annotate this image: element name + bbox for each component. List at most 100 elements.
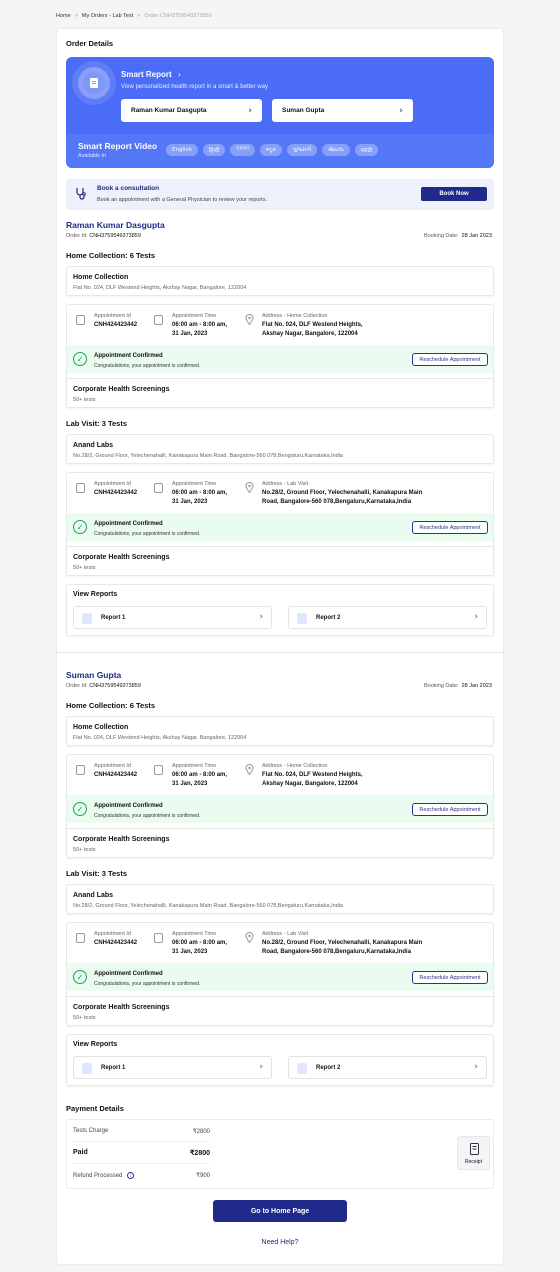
- tests-charge-label: Tests Charge: [73, 1128, 109, 1134]
- appointment-id-field: Appointment Id CNH424423442: [94, 313, 138, 328]
- health-screening-box-title: Corporate Health Screenings: [73, 554, 170, 561]
- appointment-id-icon: [76, 933, 85, 943]
- patient-name: Suman Gupta: [282, 107, 325, 114]
- health-screening-box[interactable]: Corporate Health Screenings 50+ tests: [66, 378, 494, 408]
- location-pin-icon: [245, 314, 254, 325]
- reschedule-appointment-button[interactable]: Reschedule Appointment: [412, 353, 488, 366]
- location-pin-icon: [245, 764, 254, 775]
- home-collection-box-subtitle: Flat No. 024, DLF Westend Heights, Aksha…: [73, 735, 247, 741]
- consult-subtitle: Book an appointment with a General Physi…: [97, 197, 267, 203]
- check-circle-icon: ✓: [73, 970, 87, 984]
- confirmed-subtitle: Congratulations, your appointment is con…: [94, 363, 201, 369]
- home-collection-box-title: Home Collection: [73, 274, 129, 281]
- smart-report-icon: [78, 67, 110, 99]
- health-screening-box-subtitle: 50+ tests: [73, 847, 96, 853]
- language-chip[interactable]: বাংলা: [230, 144, 255, 156]
- view-reports-title: View Reports: [73, 1041, 118, 1048]
- health-screening-box[interactable]: Corporate Health Screenings 50+ tests: [66, 828, 494, 858]
- smart-report-subtitle: View personalized health report in a sma…: [121, 84, 268, 90]
- lab-box-subtitle: No.28/2, Ground Floor, Yelechenahalli, K…: [73, 903, 343, 909]
- address-field: Address - Home Collection Flat No. 024, …: [262, 313, 363, 337]
- check-circle-icon: ✓: [73, 352, 87, 366]
- reschedule-appointment-button[interactable]: Reschedule Appointment: [412, 971, 488, 984]
- home-collection-box[interactable]: Home Collection Flat No. 024, DLF Westen…: [66, 716, 494, 746]
- report-2-button[interactable]: Report 2 ›: [288, 1056, 487, 1079]
- health-screening-box[interactable]: Corporate Health Screenings 50+ tests: [66, 546, 494, 576]
- reschedule-appointment-button[interactable]: Reschedule Appointment: [412, 521, 488, 534]
- language-chip[interactable]: मराठी: [354, 144, 379, 156]
- location-pin-icon: [245, 482, 254, 493]
- calendar-icon: [154, 483, 163, 493]
- receipt-button[interactable]: Receipt: [457, 1136, 490, 1170]
- tests-charge-value: ₹2800: [192, 1129, 210, 1135]
- lab-appointment-box: Appointment Id CNH424423442 Appointment …: [66, 472, 494, 552]
- appointment-time-field: Appointment Time 06:00 am - 8:00 am, 31 J…: [172, 481, 228, 505]
- breadcrumb: Home > My Orders - Lab Test > Order CNH3…: [56, 13, 212, 19]
- divider: [73, 1141, 210, 1142]
- check-circle-icon: ✓: [73, 520, 87, 534]
- lab-box[interactable]: Anand Labs No.28/2, Ground Floor, Yelech…: [66, 434, 494, 464]
- consult-title: Book a consultation: [97, 185, 160, 192]
- need-help-link[interactable]: Need Help?: [0, 1239, 560, 1246]
- calendar-icon: [154, 933, 163, 943]
- lab-visit-heading: Lab Visit: 3 Tests: [66, 419, 127, 428]
- booking-date: Booking Date: 28 Jan 2023: [424, 683, 492, 689]
- receipt-icon: [470, 1143, 479, 1155]
- language-chip[interactable]: ಕನ್ನಡ: [259, 144, 282, 156]
- health-screening-box-subtitle: 50+ tests: [73, 565, 96, 571]
- appointment-time-field: Appointment Time 06:00 am - 8:00 am, 31 J…: [172, 931, 228, 955]
- patient-name: Raman Kumar Dasgupta: [131, 107, 207, 114]
- report-1-button[interactable]: Report 1 ›: [73, 606, 272, 629]
- go-home-button[interactable]: Go to Home Page: [213, 1200, 347, 1222]
- appointment-id-icon: [76, 765, 85, 775]
- appointment-id-icon: [76, 483, 85, 493]
- report-icon: [297, 613, 307, 624]
- language-chip[interactable]: ગુજરાતી: [286, 144, 318, 156]
- chevron-right-icon: ›: [399, 105, 403, 116]
- smart-report-title[interactable]: Smart Report ›: [121, 70, 181, 79]
- info-icon[interactable]: i: [127, 1172, 135, 1179]
- appointment-id-field: Appointment Id CNH424423442: [94, 481, 138, 496]
- confirmed-title: Appointment Confirmed: [94, 971, 163, 977]
- language-chip[interactable]: English: [166, 144, 198, 156]
- chevron-right-icon: ›: [248, 105, 252, 116]
- lab-box-subtitle: No.28/2, Ground Floor, Yelechenahalli, K…: [73, 453, 343, 459]
- view-reports-box: View Reports Report 1 › Report 2 ›: [66, 1034, 494, 1086]
- breadcrumb-separator: >: [74, 13, 78, 19]
- health-screening-box[interactable]: Corporate Health Screenings 50+ tests: [66, 996, 494, 1026]
- breadcrumb-orders[interactable]: My Orders - Lab Test: [82, 13, 133, 19]
- breadcrumb-home[interactable]: Home: [56, 13, 71, 19]
- lab-box[interactable]: Anand Labs No.28/2, Ground Floor, Yelech…: [66, 884, 494, 914]
- paid-row: Paid ₹2800: [73, 1149, 210, 1157]
- home-collection-heading: Home Collection: 6 Tests: [66, 701, 156, 710]
- book-now-button[interactable]: Book Now: [421, 187, 487, 201]
- report-icon: [82, 1063, 92, 1074]
- confirmed-title: Appointment Confirmed: [94, 353, 163, 359]
- home-collection-heading: Home Collection: 6 Tests: [66, 251, 156, 260]
- stethoscope-icon: [76, 188, 86, 200]
- language-list: English हिन्दी বাংলা ಕನ್ನಡ ગુજરાતી తెలుగ…: [166, 144, 379, 156]
- home-appointment-box: Appointment Id CNH424423442 Appointment …: [66, 304, 494, 384]
- breadcrumb-separator: >: [137, 13, 141, 19]
- paid-label: Paid: [73, 1149, 88, 1156]
- language-chip[interactable]: తెలుగు: [322, 144, 350, 156]
- confirmed-title: Appointment Confirmed: [94, 803, 163, 809]
- language-chip[interactable]: हिन्दी: [202, 144, 226, 156]
- patient-name: Suman Gupta: [66, 670, 122, 680]
- reschedule-appointment-button[interactable]: Reschedule Appointment: [412, 803, 488, 816]
- smart-report-patient-button[interactable]: Suman Gupta ›: [272, 99, 413, 122]
- home-collection-box[interactable]: Home Collection Flat No. 024, DLF Westen…: [66, 266, 494, 296]
- home-appointment-box: Appointment Id CNH424423442 Appointment …: [66, 754, 494, 834]
- view-reports-title: View Reports: [73, 591, 118, 598]
- divider: [73, 1163, 210, 1164]
- payment-title: Payment Details: [66, 1104, 124, 1113]
- report-2-button[interactable]: Report 2 ›: [288, 606, 487, 629]
- check-circle-icon: ✓: [73, 802, 87, 816]
- patient-name: Raman Kumar Dasgupta: [66, 220, 165, 230]
- report-1-button[interactable]: Report 1 ›: [73, 1056, 272, 1079]
- appointment-id-icon: [76, 315, 85, 325]
- report-icon: [297, 1063, 307, 1074]
- refund-row: Refund Processed i ₹900: [73, 1172, 210, 1179]
- smart-report-patient-button[interactable]: Raman Kumar Dasgupta ›: [121, 99, 262, 122]
- lab-box-title: Anand Labs: [73, 892, 114, 899]
